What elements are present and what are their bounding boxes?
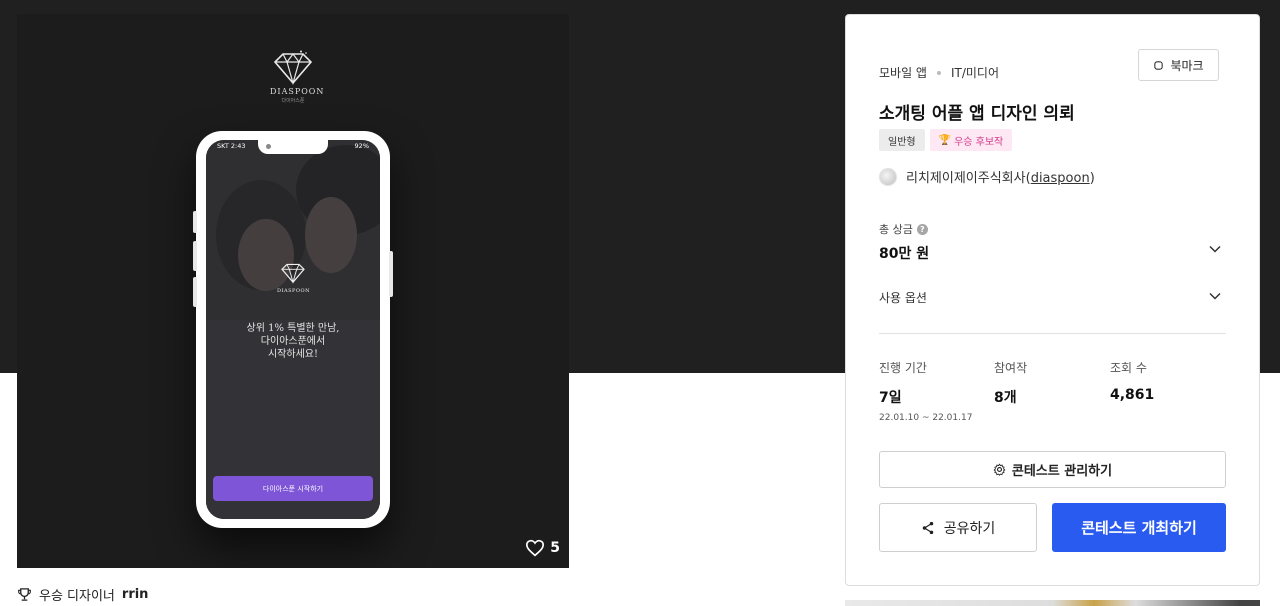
contest-entry-preview[interactable]: DIASPOON 다이아스푼 SKT 2:43 92% DIASPOON 상위 … — [17, 14, 569, 568]
trophy-icon — [18, 588, 31, 601]
period-label: 진행 기간 — [879, 361, 927, 375]
entries-label: 참여작 — [994, 361, 1028, 375]
manage-contest-label: 콘테스트 관리하기 — [1011, 464, 1113, 479]
category-primary[interactable]: 모바일 앱 — [879, 64, 927, 81]
phone-volume-button — [193, 277, 197, 307]
phone-mockup: SKT 2:43 92% DIASPOON 상위 1% 특별한 만남, 다이아스… — [193, 131, 393, 528]
contest-title: 소개팅 어플 앱 디자인 의뢰 — [879, 104, 1075, 124]
contest-tags: 일반형 🏆 우승 후보작 — [879, 129, 1013, 151]
option-label: 사용 옵션 — [879, 291, 927, 305]
host-name: 리치제이제이주식회사 — [906, 171, 1026, 186]
phone-power-button — [389, 251, 393, 297]
entries-value: 8개 — [994, 390, 1017, 406]
gear-icon — [993, 463, 1006, 476]
category-secondary[interactable]: IT/미디어 — [951, 64, 999, 81]
share-label: 공유하기 — [943, 520, 996, 537]
bookmark-button[interactable]: 북마크 — [1138, 49, 1219, 81]
winner-name[interactable]: rrin — [122, 587, 149, 602]
views-label: 조회 수 — [1110, 361, 1147, 375]
tagline-line: 다이아스푼에서 — [260, 336, 326, 347]
period-range: 22.01.10 ~ 22.01.17 — [879, 413, 973, 423]
heart-icon — [526, 539, 545, 557]
separator-dot — [936, 70, 941, 75]
screen-brand-name: DIASPOON — [277, 288, 310, 294]
prize-value: 80만 원 — [879, 246, 930, 262]
host-avatar — [879, 167, 897, 186]
bookmark-icon — [1154, 60, 1164, 70]
stat-views: 조회 수 4,861 — [1110, 359, 1154, 403]
views-value: 4,861 — [1110, 387, 1155, 403]
diamond-icon — [281, 263, 305, 284]
tagline-line: 상위 1% 특별한 만남, — [246, 323, 340, 334]
status-carrier: SKT 2:43 — [217, 142, 246, 150]
brand-name: DIASPOON — [270, 87, 325, 96]
diamond-icon — [273, 50, 313, 86]
stat-entries: 참여작 8개 — [994, 359, 1027, 407]
stat-period: 진행 기간 7일 22.01.10 ~ 22.01.17 — [879, 359, 972, 423]
chevron-down-icon[interactable] — [1208, 242, 1222, 256]
start-app-button: 다이아스푼 시작하기 — [213, 476, 373, 501]
host-contest-button[interactable]: 콘테스트 개최하기 — [1052, 503, 1226, 552]
award-candidate-badge: 🏆 우승 후보작 — [929, 129, 1013, 151]
host-handle-link[interactable]: diaspoon — [1031, 171, 1090, 186]
trophy-emoji-icon: 🏆 — [938, 134, 952, 146]
phone-volume-button — [193, 211, 197, 233]
divider — [879, 333, 1226, 334]
award-candidate-label: 우승 후보작 — [954, 136, 1004, 148]
tagline-line: 시작하세요! — [267, 349, 319, 360]
brand-logo: DIASPOON 다이아스푼 — [270, 50, 325, 104]
like-button[interactable]: 5 — [525, 539, 560, 557]
help-icon[interactable]: ? — [916, 223, 928, 235]
winning-designer: 우승 디자이너 rrin — [17, 585, 148, 604]
share-button[interactable]: 공유하기 — [879, 503, 1037, 552]
status-battery: 92% — [354, 142, 369, 150]
app-tagline: 상위 1% 특별한 만남, 다이아스푼에서 시작하세요! — [206, 322, 380, 361]
winner-label: 우승 디자이너 — [39, 589, 115, 604]
phone-volume-button — [193, 241, 197, 271]
screen-brand-logo: DIASPOON — [277, 262, 309, 294]
brand-subtitle: 다이아스푼 — [281, 98, 305, 104]
phone-screen: SKT 2:43 92% DIASPOON 상위 1% 특별한 만남, 다이아스… — [206, 140, 380, 519]
below-panel-content — [845, 600, 1260, 606]
contest-type-badge: 일반형 — [879, 129, 925, 151]
contest-host: 리치제이제이주식회사(diaspoon) — [879, 167, 1095, 186]
bookmark-label: 북마크 — [1170, 58, 1204, 73]
manage-contest-button[interactable]: 콘테스트 관리하기 — [879, 451, 1226, 488]
period-value: 7일 — [879, 390, 902, 406]
chevron-down-icon[interactable] — [1208, 289, 1222, 303]
prize-label-text: 총 상금 — [879, 223, 913, 236]
prize-label: 총 상금 ? — [879, 221, 928, 237]
phone-notch — [258, 140, 328, 154]
like-count: 5 — [550, 540, 560, 556]
share-icon — [922, 521, 933, 534]
contest-info-panel: 모바일 앱 IT/미디어 북마크 소개팅 어플 앱 디자인 의뢰 일반형 🏆 우… — [845, 14, 1260, 586]
category-breadcrumb: 모바일 앱 IT/미디어 — [879, 64, 999, 81]
